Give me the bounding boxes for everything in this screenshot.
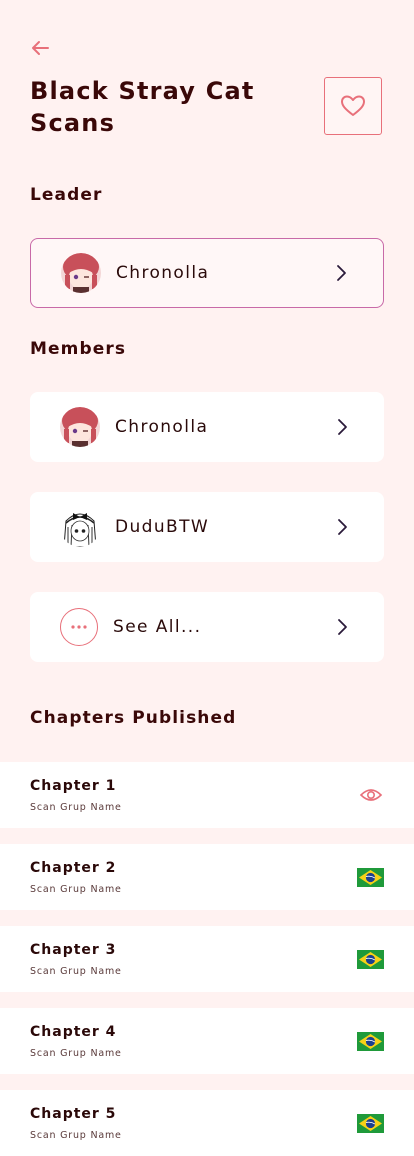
member-card[interactable]: DuduBTW	[30, 492, 384, 562]
chapters-section-title: Chapters Published	[30, 708, 237, 728]
brazil-flag-icon	[357, 1032, 384, 1051]
chapter-row[interactable]: Chapter 3 Scan Grup Name	[0, 926, 414, 992]
chapter-scan-group: Scan Grup Name	[30, 1048, 122, 1059]
member-name: Chronolla	[115, 417, 209, 437]
chapter-title: Chapter 3	[30, 942, 117, 958]
leader-section-title: Leader	[30, 185, 103, 205]
avatar	[60, 407, 100, 447]
eye-icon[interactable]	[359, 786, 383, 804]
chapter-title: Chapter 2	[30, 860, 117, 876]
chevron-right-icon	[338, 619, 347, 635]
chapter-row[interactable]: Chapter 1 Scan Grup Name	[0, 762, 414, 828]
leader-name: Chronolla	[116, 263, 210, 283]
see-all-label: See All...	[113, 617, 202, 637]
brazil-flag-icon	[357, 950, 384, 969]
chapter-scan-group: Scan Grup Name	[30, 966, 122, 977]
chevron-right-icon	[337, 265, 346, 281]
chevron-right-icon	[338, 419, 347, 435]
chapter-title: Chapter 5	[30, 1106, 117, 1122]
chapter-scan-group: Scan Grup Name	[30, 884, 122, 895]
favorite-button[interactable]	[324, 77, 382, 135]
chapter-row[interactable]: Chapter 4 Scan Grup Name	[0, 1008, 414, 1074]
chapter-title: Chapter 4	[30, 1024, 117, 1040]
chapter-scan-group: Scan Grup Name	[30, 1130, 122, 1141]
chapter-title: Chapter 1	[30, 778, 117, 794]
page-title: Black Stray Cat Scans	[30, 77, 255, 137]
member-name: DuduBTW	[115, 517, 210, 537]
chapter-row[interactable]: Chapter 5 Scan Grup Name	[0, 1090, 414, 1156]
back-button[interactable]	[30, 38, 52, 58]
brazil-flag-icon	[357, 868, 384, 887]
arrow-left-icon	[32, 41, 49, 55]
heart-icon	[341, 95, 365, 116]
chapter-row[interactable]: Chapter 2 Scan Grup Name	[0, 844, 414, 910]
member-card[interactable]: Chronolla	[30, 392, 384, 462]
see-all-members-button[interactable]: See All...	[30, 592, 384, 662]
avatar	[61, 253, 101, 293]
leader-card[interactable]: Chronolla	[30, 238, 384, 308]
brazil-flag-icon	[357, 1114, 384, 1133]
more-icon	[60, 608, 98, 646]
chapter-scan-group: Scan Grup Name	[30, 802, 122, 813]
chevron-right-icon	[338, 519, 347, 535]
members-section-title: Members	[30, 339, 127, 359]
avatar	[60, 507, 100, 547]
